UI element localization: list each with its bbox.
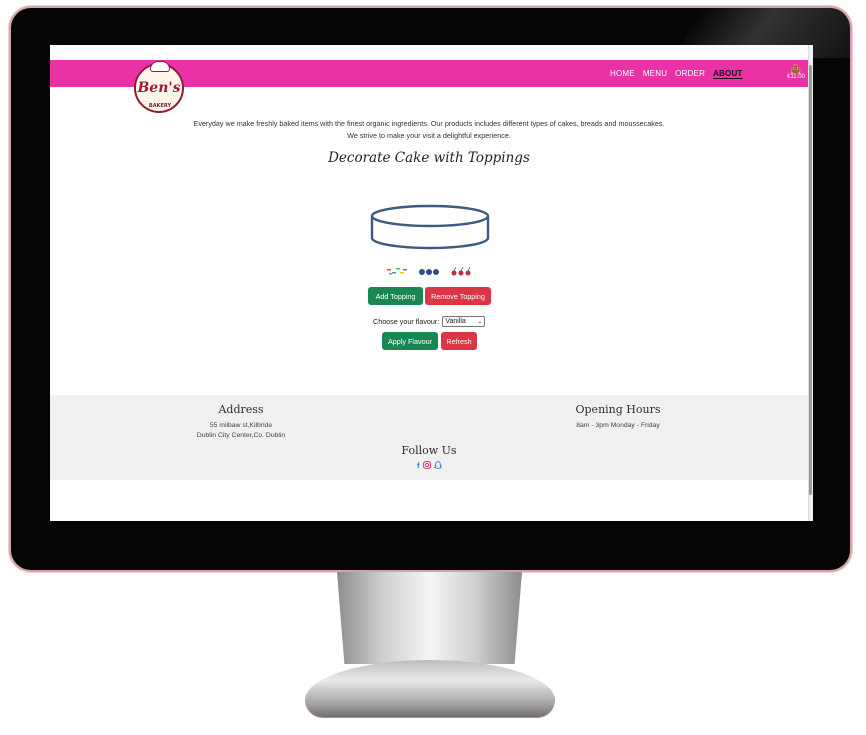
sprinkles-icon[interactable]	[386, 267, 408, 277]
add-topping-button[interactable]: Add Topping	[368, 287, 423, 305]
logo-subtext: BAKERY	[148, 103, 172, 109]
address-heading: Address	[218, 403, 264, 416]
logo-text: Ben's	[137, 80, 181, 96]
scrollbar[interactable]	[808, 45, 813, 521]
follow-us-heading: Follow Us	[401, 444, 457, 457]
monitor-stand-base	[305, 660, 555, 718]
flavour-row: Choose your flavour: Vanilla ⌄	[373, 316, 486, 327]
nav-links: HOME MENU ORDER ABOUT	[610, 69, 743, 78]
bakery-logo[interactable]: Ben's BAKERY	[134, 61, 184, 113]
navbar: Ben's BAKERY HOME MENU ORDER ABOUT 👜 €11…	[50, 60, 808, 113]
refresh-button[interactable]: Refresh	[441, 332, 477, 350]
scrollbar-thumb[interactable]	[809, 65, 812, 495]
cart-button[interactable]: 👜 €11.00	[784, 64, 808, 80]
blueberries-icon[interactable]	[418, 267, 442, 277]
instagram-icon[interactable]	[422, 461, 431, 472]
remove-topping-button[interactable]: Remove Topping	[425, 287, 491, 305]
facebook-icon[interactable]: f	[417, 461, 420, 472]
footer: Address 55 milbaw st,Kilbride Dublin Cit…	[50, 395, 808, 480]
nav-link-menu[interactable]: MENU	[643, 69, 667, 78]
cake-top-outline	[370, 204, 490, 228]
topping-options	[50, 266, 808, 279]
cart-total: €11.00	[787, 74, 805, 80]
chevron-down-icon: ⌄	[477, 319, 483, 325]
flavour-label: Choose your flavour:	[373, 317, 440, 326]
page-title: Decorate Cake with Toppings	[328, 150, 530, 166]
social-links: f	[417, 461, 442, 472]
address-line-2: Dublin City Center,Co. Dublin	[196, 432, 286, 439]
chef-hat-icon	[150, 61, 170, 72]
opening-hours-heading: Opening Hours	[575, 403, 661, 416]
apply-flavour-button[interactable]: Apply Flavour	[382, 332, 438, 350]
cake-base-image	[370, 204, 490, 250]
address-line-1: 55 milbaw st,Kilbride	[209, 422, 273, 429]
intro-line-1: Everyday we make freshly baked items wit…	[193, 119, 665, 128]
cake-side-outline	[370, 216, 490, 250]
address-text: 55 milbaw st,Kilbride Dublin City Center…	[141, 421, 341, 441]
snapchat-icon[interactable]	[433, 461, 442, 472]
intro-line-2: We strive to make your visit a delightfu…	[347, 131, 511, 140]
flavour-select[interactable]: Vanilla ⌄	[442, 316, 486, 327]
monitor-stand-neck	[337, 572, 522, 664]
nav-link-order[interactable]: ORDER	[675, 69, 705, 78]
opening-hours-text: 8am - 3pm Monday - Friday	[576, 422, 660, 429]
cherries-icon[interactable]	[450, 266, 474, 277]
nav-link-about[interactable]: ABOUT	[713, 69, 742, 78]
shopping-bag-icon: 👜	[790, 64, 802, 74]
flavour-selected-value: Vanilla	[445, 318, 466, 325]
browser-viewport: Ben's BAKERY HOME MENU ORDER ABOUT 👜 €11…	[50, 45, 813, 521]
nav-link-home[interactable]: HOME	[610, 69, 635, 78]
intro-text: Everyday we make freshly baked items wit…	[50, 118, 808, 142]
